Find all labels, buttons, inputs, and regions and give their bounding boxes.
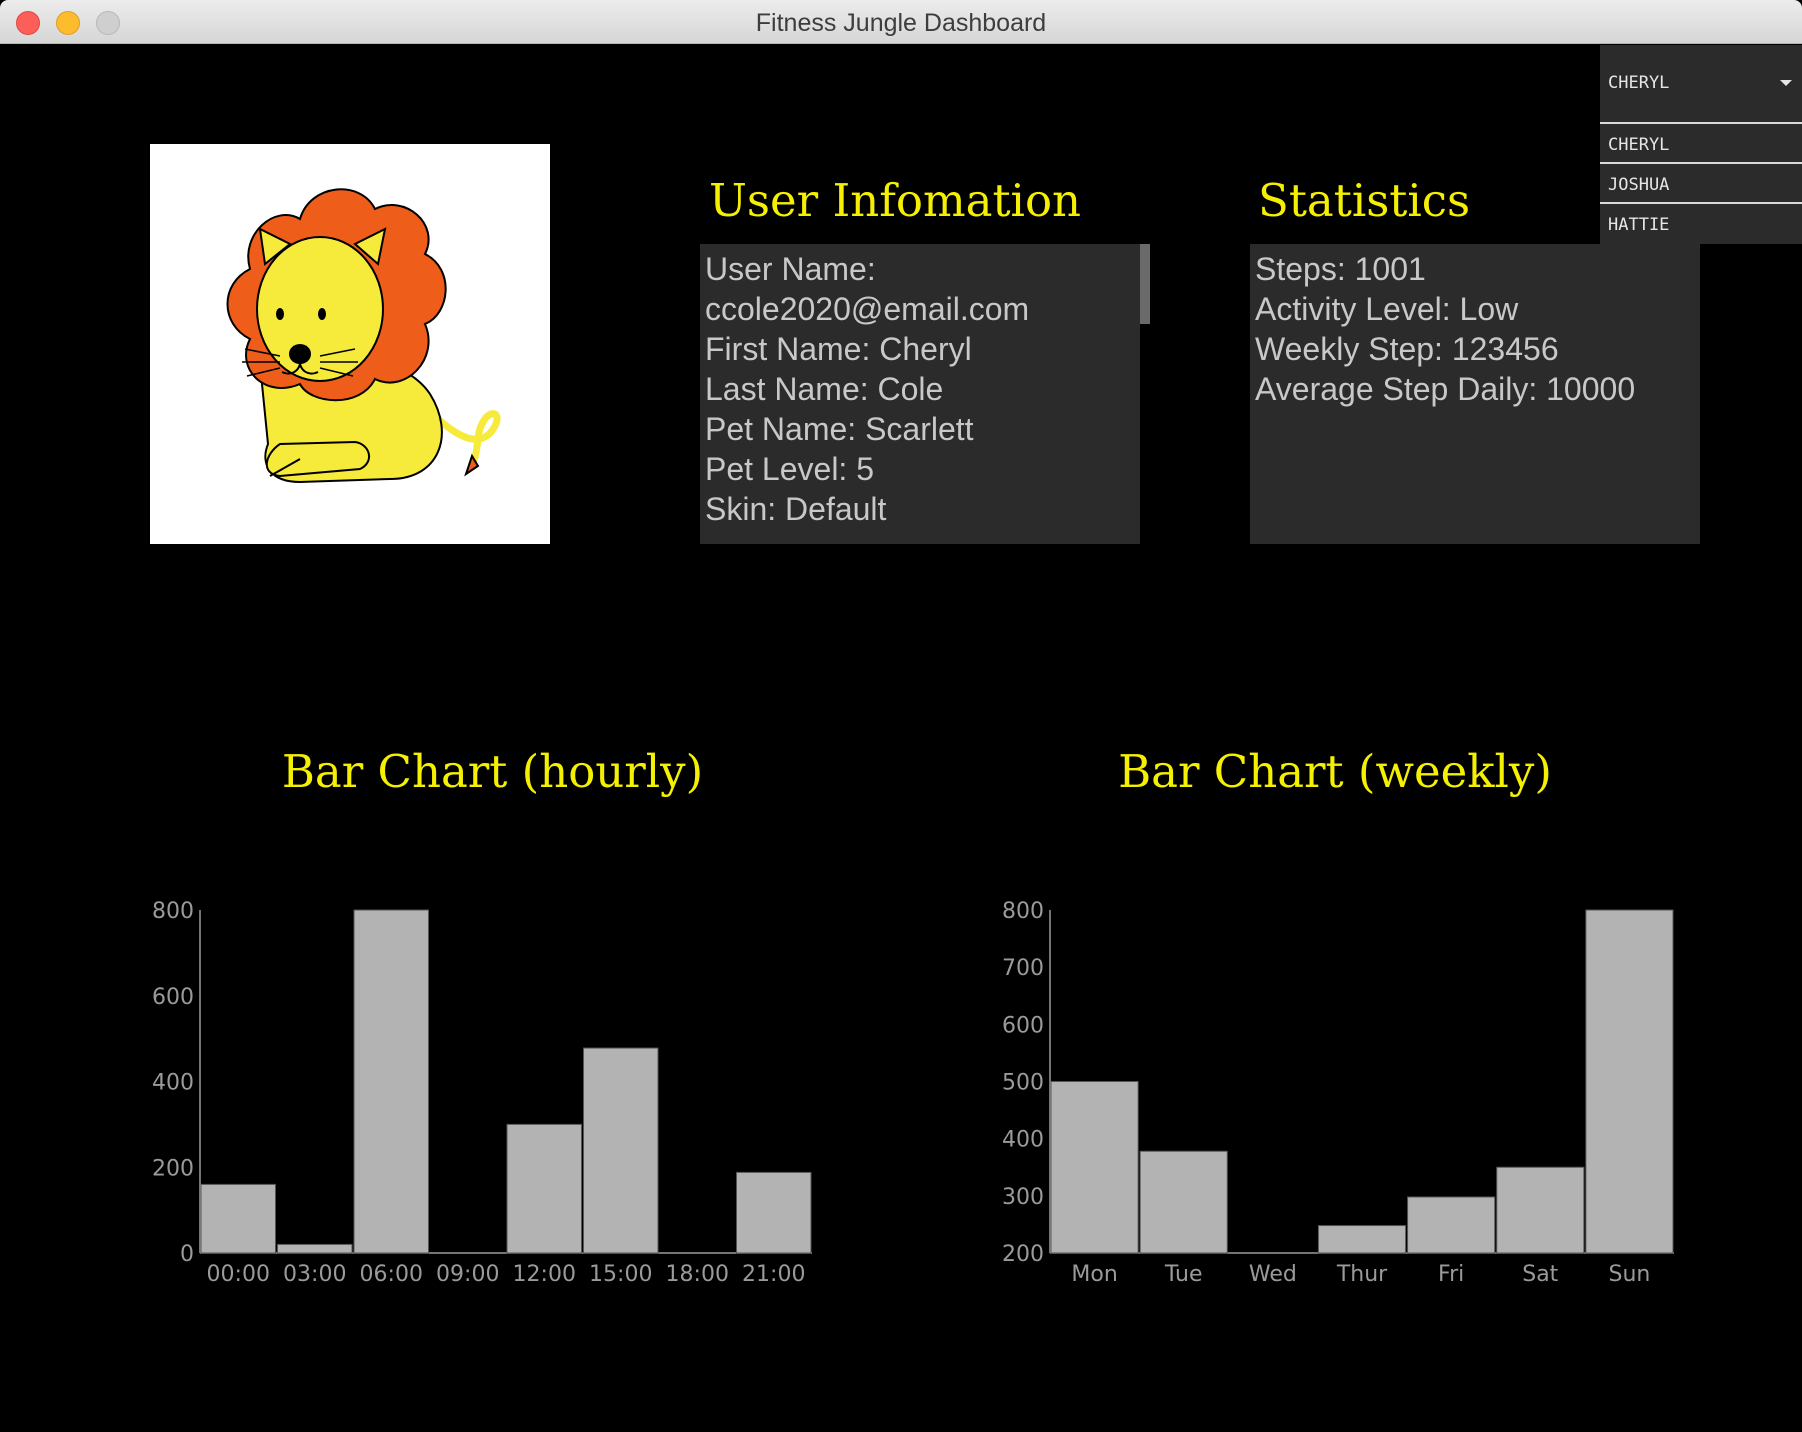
x-tick-label: 06:00: [360, 1262, 423, 1287]
y-tick-label: 600: [1002, 1013, 1044, 1038]
bar: [506, 1123, 582, 1254]
x-tick-label: Tue: [1164, 1262, 1203, 1287]
bar: [1317, 1225, 1407, 1254]
bar: [1496, 1166, 1585, 1254]
user-info-line: First Name: Cheryl: [705, 331, 972, 367]
user-select-dropdown[interactable]: CHERYL CHERYL JOSHUA HATTIE: [1600, 45, 1802, 244]
y-tick-label: 500: [1002, 1071, 1044, 1096]
user-info-heading: User Infomation: [709, 174, 1082, 227]
user-option-cheryl[interactable]: CHERYL: [1600, 124, 1802, 164]
x-tick-label: Wed: [1249, 1262, 1297, 1287]
statistics-line: Average Step Daily: 10000: [1255, 371, 1636, 407]
x-tick-label: Thur: [1336, 1262, 1388, 1287]
user-option-hattie[interactable]: HATTIE: [1600, 204, 1802, 244]
hourly-chart-title: Bar Chart (hourly): [281, 745, 704, 798]
y-tick-label: 400: [152, 1071, 194, 1096]
statistics-panel: Steps: 1001 Activity Level: Low Weekly S…: [1250, 244, 1700, 544]
bar: [736, 1171, 812, 1254]
user-info-line: User Name:: [705, 251, 876, 287]
x-tick-label: 18:00: [666, 1262, 729, 1287]
user-info-panel[interactable]: User Name: ccole2020@email.com First Nam…: [700, 244, 1140, 544]
pet-avatar-image: [150, 144, 550, 544]
weekly-bar-chart: 200 300 400 500 600 700 800 Mon Tue Wed Thur Fri Sat…: [1002, 899, 1674, 1287]
user-option-joshua[interactable]: JOSHUA: [1600, 164, 1802, 204]
y-tick-label: 0: [180, 1242, 194, 1267]
x-tick-label: 15:00: [589, 1262, 652, 1287]
bar: [1139, 1150, 1228, 1254]
y-tick-label: 300: [1002, 1185, 1044, 1210]
bar: [1585, 909, 1674, 1254]
y-tick-label: 200: [1002, 1242, 1044, 1267]
statistics-line: Steps: 1001: [1255, 251, 1426, 287]
user-info-line: Pet Name: Scarlett: [705, 411, 974, 447]
user-select-current-label: CHERYL: [1608, 73, 1670, 93]
bar: [277, 1243, 353, 1254]
bar: [1050, 1081, 1139, 1254]
lion-icon: [226, 188, 501, 484]
x-tick-label: Mon: [1071, 1262, 1117, 1287]
x-tick-label: Fri: [1438, 1262, 1464, 1287]
title-bar: Fitness Jungle Dashboard: [0, 0, 1802, 44]
x-tick-label: 12:00: [513, 1262, 576, 1287]
statistics-heading: Statistics: [1258, 174, 1471, 227]
bar: [1407, 1196, 1496, 1254]
bar: [353, 909, 429, 1254]
x-tick-label: 09:00: [436, 1262, 499, 1287]
x-tick-label: Sat: [1522, 1262, 1558, 1287]
window-title: Fitness Jungle Dashboard: [755, 9, 1047, 37]
user-select-current[interactable]: CHERYL: [1600, 45, 1802, 124]
x-tick-label: 21:00: [742, 1262, 805, 1287]
x-tick-label: Sun: [1608, 1262, 1650, 1287]
bar: [583, 1047, 659, 1254]
hourly-bar-chart: 0 200 400 600 800 00:00 03:00 06:00 09:00 12:00 15…: [152, 899, 812, 1287]
weekly-chart-title: Bar Chart (weekly): [1118, 745, 1552, 798]
y-tick-label: 600: [152, 985, 194, 1010]
bar: [200, 1183, 276, 1254]
statistics-line: Activity Level: Low: [1255, 291, 1519, 327]
chevron-down-icon[interactable]: [1780, 80, 1792, 86]
app-window: Fitness Jungle Dashboard User Infomation…: [0, 0, 1802, 1432]
user-info-line: Pet Level: 5: [705, 451, 874, 487]
user-info-line: Last Name: Cole: [705, 371, 944, 407]
dashboard-content: User Infomation User Name: ccole2020@ema…: [0, 45, 1802, 1432]
y-tick-label: 700: [1002, 956, 1044, 981]
x-tick-label: 03:00: [283, 1262, 346, 1287]
user-info-line: Skin: Default: [705, 491, 887, 527]
y-tick-label: 800: [152, 899, 194, 924]
user-info-scrollbar[interactable]: [1140, 244, 1150, 324]
statistics-line: Weekly Step: 123456: [1255, 331, 1559, 367]
y-tick-label: 400: [1002, 1128, 1044, 1153]
x-tick-label: 00:00: [207, 1262, 270, 1287]
y-tick-label: 800: [1002, 899, 1044, 924]
user-info-line: ccole2020@email.com: [705, 291, 1030, 327]
y-tick-label: 200: [152, 1156, 194, 1181]
